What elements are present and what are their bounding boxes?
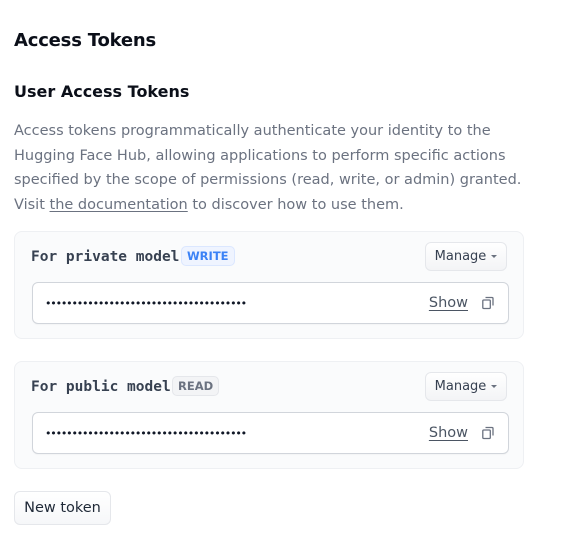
section-title: User Access Tokens: [14, 82, 190, 101]
page-title: Access Tokens: [14, 30, 157, 51]
token-name: For private model: [31, 249, 180, 265]
description-text-end: to discover how to use them.: [187, 196, 404, 213]
manage-button-label: Manage: [434, 249, 487, 264]
documentation-link[interactable]: the documentation: [50, 197, 188, 213]
copy-icon[interactable]: [481, 426, 495, 440]
chevron-down-icon: [491, 385, 498, 388]
manage-button[interactable]: Manage: [425, 242, 507, 271]
manage-button[interactable]: Manage: [425, 372, 507, 401]
token-value-field[interactable]: •••••••••••••••••••••••••••••••••••••• S…: [32, 282, 509, 324]
section-description: Access tokens programmatically authentic…: [14, 119, 526, 217]
token-card: For public model READ Manage •••••••••••…: [14, 361, 524, 469]
token-name: For public model: [31, 379, 171, 395]
manage-button-label: Manage: [434, 379, 487, 394]
chevron-down-icon: [491, 255, 498, 258]
new-token-button[interactable]: New token: [14, 491, 111, 525]
show-token-button[interactable]: Show: [429, 293, 468, 313]
token-role-badge: WRITE: [181, 246, 235, 266]
token-value-field[interactable]: •••••••••••••••••••••••••••••••••••••• S…: [32, 412, 509, 454]
token-role-badge: READ: [172, 376, 220, 396]
show-token-button[interactable]: Show: [429, 423, 468, 443]
copy-icon[interactable]: [481, 296, 495, 310]
masked-token-value: ••••••••••••••••••••••••••••••••••••••: [45, 297, 247, 310]
token-card: For private model WRITE Manage •••••••••…: [14, 231, 524, 339]
masked-token-value: ••••••••••••••••••••••••••••••••••••••: [45, 427, 247, 440]
